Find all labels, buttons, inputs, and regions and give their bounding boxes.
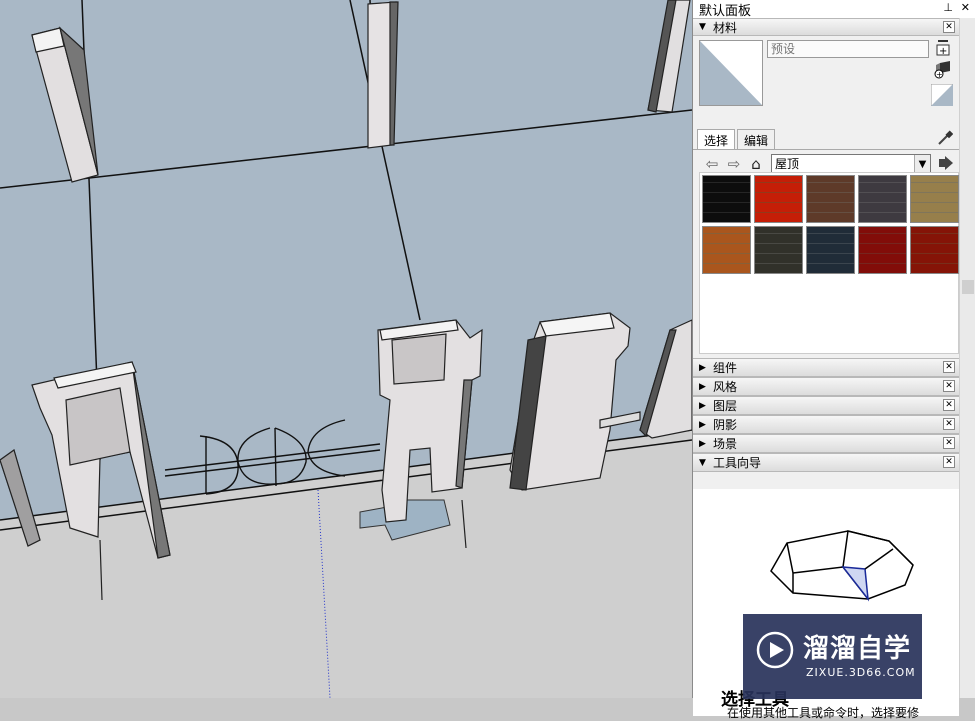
home-icon[interactable]: ⌂ — [745, 155, 767, 173]
watermark-logo-icon — [756, 631, 794, 669]
tab-select[interactable]: 选择 — [697, 129, 736, 149]
material-thumbnail-grey-asphalt-shingles[interactable] — [858, 175, 907, 223]
details-arrow-icon[interactable] — [939, 156, 953, 173]
sample-paint-icon[interactable]: + — [933, 60, 953, 80]
expand-triangle-icon: ▶ — [699, 362, 706, 373]
close-icon[interactable]: ✕ — [943, 437, 955, 449]
tray-panels: ▶ 组件 ✕ ▶ 风格 ✕ ▶ 图层 ✕ ▶ 阴影 ✕ ▶ 场景 ✕ ▼ 工具向导 ✕ — [693, 358, 959, 472]
materials-panel-title: 材料 — [713, 20, 738, 35]
tray-title: 默认面板 — [699, 3, 752, 19]
forward-arrow-icon[interactable]: ⇨ — [723, 155, 745, 173]
panel-title: 风格 — [713, 380, 738, 394]
create-material-icon[interactable]: + — [933, 38, 953, 58]
panel-header-0[interactable]: ▶ 组件 ✕ — [693, 358, 959, 377]
3d-model-canvas[interactable] — [0, 0, 692, 698]
materials-panel-header[interactable]: ▼ 材料 ✕ — [693, 18, 959, 36]
svg-text:+: + — [939, 46, 947, 56]
panel-title: 阴影 — [713, 418, 738, 432]
eyedropper-icon[interactable] — [937, 130, 954, 149]
default-material-swatch-icon[interactable] — [931, 84, 953, 106]
collapse-triangle-icon: ▼ — [699, 457, 706, 468]
collapse-triangle-icon: ▼ — [699, 22, 706, 32]
tab-edit[interactable]: 编辑 — [737, 129, 776, 149]
expand-triangle-icon: ▶ — [699, 438, 706, 449]
tray-titlebar: 默认面板 ⊥ ✕ — [693, 0, 975, 19]
expand-triangle-icon: ▶ — [699, 400, 706, 411]
current-material-swatch[interactable] — [699, 40, 763, 106]
material-thumbnail-tan-wood-shingles[interactable] — [910, 175, 959, 223]
expand-triangle-icon: ▶ — [699, 419, 706, 430]
material-thumbnails — [699, 172, 959, 354]
panel-header-5[interactable]: ▼ 工具向导 ✕ — [693, 453, 959, 472]
default-tray: 默认面板 ⊥ ✕ ▼ 材料 ✕ 预设 + + 选择 编辑 ⇦ ⇨ ⌂ 屋顶 ▼ … — [692, 0, 975, 720]
material-thumbnail-red-metal-panels[interactable] — [858, 226, 907, 274]
close-icon[interactable]: ✕ — [943, 21, 955, 33]
panel-area: ▼ 材料 ✕ 预设 + + 选择 编辑 ⇦ ⇨ ⌂ 屋顶 ▼ ▶ 组件 ✕ ▶ … — [693, 18, 959, 720]
pin-icon[interactable]: ⊥ — [943, 1, 953, 14]
material-thumbnail-brown-wood-shakes[interactable] — [806, 175, 855, 223]
library-select-value: 屋顶 — [775, 157, 800, 171]
close-icon[interactable]: ✕ — [943, 380, 955, 392]
close-icon[interactable]: ✕ — [943, 456, 955, 468]
material-thumbnail-blue-grey-slate[interactable] — [806, 226, 855, 274]
watermark-url: ZIXUE.3D66.COM — [806, 666, 916, 679]
back-arrow-icon[interactable]: ⇦ — [701, 155, 723, 173]
material-thumbnail-tan-scalloped-tiles[interactable] — [702, 226, 751, 274]
panel-header-3[interactable]: ▶ 阴影 ✕ — [693, 415, 959, 434]
instructor-text: 在使用其他工具或命令时，选择要修 — [727, 706, 920, 720]
panel-header-2[interactable]: ▶ 图层 ✕ — [693, 396, 959, 415]
close-icon[interactable]: ✕ — [943, 361, 955, 373]
material-thumbnail-grey-flat-tiles[interactable] — [754, 226, 803, 274]
panel-header-1[interactable]: ▶ 风格 ✕ — [693, 377, 959, 396]
material-name-field[interactable]: 预设 — [767, 40, 929, 58]
instructor-content: 选择工具 在使用其他工具或命令时，选择要修 溜溜自学 ZIXUE.3D66.CO… — [693, 489, 959, 720]
close-icon[interactable]: ✕ — [943, 418, 955, 430]
watermark: 溜溜自学 ZIXUE.3D66.COM — [743, 614, 922, 699]
svg-text:+: + — [936, 70, 943, 79]
watermark-name: 溜溜自学 — [803, 634, 912, 664]
material-thumbnail-dark-slate-shingles[interactable] — [702, 175, 751, 223]
material-thumbnail-orange-scalloped-tiles[interactable] — [754, 175, 803, 223]
panel-title: 工具向导 — [713, 456, 762, 470]
close-icon[interactable]: ✕ — [961, 1, 970, 14]
materials-preview-area: 预设 + + — [693, 36, 959, 128]
expand-triangle-icon: ▶ — [699, 381, 706, 392]
panel-title: 组件 — [713, 361, 738, 375]
materials-tabs: 选择 编辑 — [693, 128, 959, 150]
close-icon[interactable]: ✕ — [943, 399, 955, 411]
tray-scrollbar[interactable] — [959, 18, 975, 698]
material-thumbnail-red-clay-barrel-tiles[interactable] — [910, 226, 959, 274]
panel-title: 图层 — [713, 399, 738, 413]
scrollbar-thumb[interactable] — [962, 280, 974, 294]
model-viewport[interactable] — [0, 0, 692, 698]
panel-header-4[interactable]: ▶ 场景 ✕ — [693, 434, 959, 453]
panel-title: 场景 — [713, 437, 738, 451]
